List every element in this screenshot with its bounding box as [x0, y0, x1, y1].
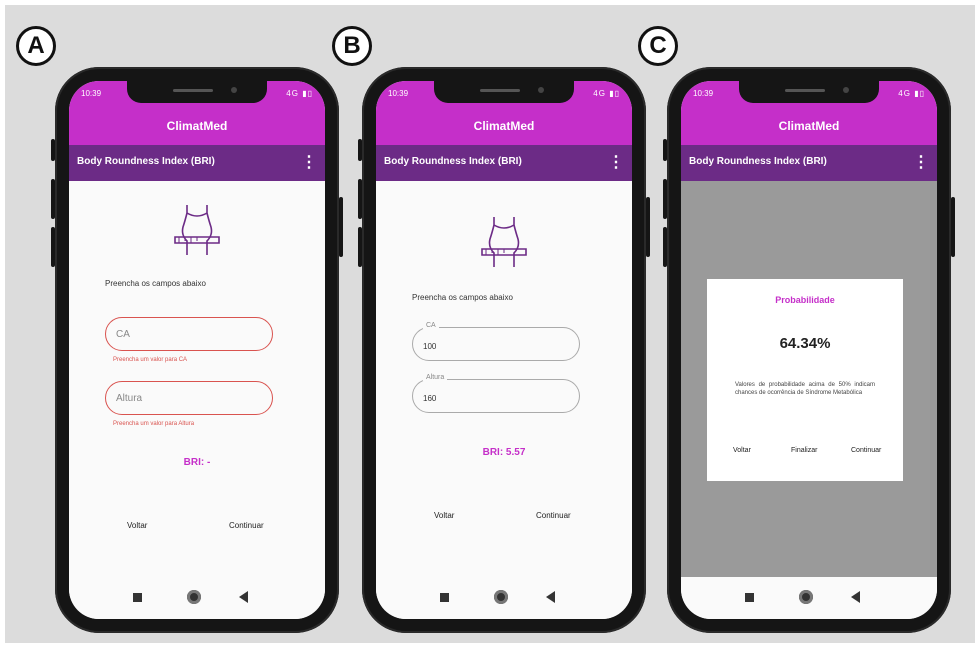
power-button	[646, 197, 650, 257]
probability-value: 64.34%	[779, 335, 831, 352]
more-vert-icon[interactable]: ⋮	[608, 152, 624, 172]
dialog-message: Valores de probabilidade acima de 50% in…	[735, 382, 875, 396]
continue-button[interactable]: Continuar	[851, 447, 881, 454]
ca-value: 100	[423, 342, 437, 351]
ca-label: CA	[423, 322, 439, 329]
side-button	[358, 179, 362, 219]
phone-a: 10:39 4G ▮▯ ClimatMed Body Roundness Ind…	[51, 67, 343, 633]
notch	[739, 81, 879, 103]
status-time: 10:39	[693, 89, 714, 98]
back-button[interactable]: Voltar	[434, 511, 454, 520]
ca-placeholder: CA	[116, 329, 130, 340]
toolbar: Body Roundness Index (BRI) ⋮	[69, 145, 325, 181]
app-bar: 10:39 4G ▮▯ ClimatMed	[681, 81, 937, 145]
nav-home-icon[interactable]	[494, 590, 508, 604]
back-button[interactable]: Voltar	[733, 447, 751, 454]
panel-label-a: A	[16, 26, 56, 66]
side-button	[663, 139, 667, 161]
bri-result: BRI: 5.57	[482, 447, 526, 458]
side-button	[663, 227, 667, 267]
more-vert-icon[interactable]: ⋮	[301, 152, 317, 172]
status-icons: 4G ▮▯	[286, 89, 313, 98]
side-button	[358, 139, 362, 161]
nav-bar	[69, 577, 325, 619]
instruction-text: Preencha os campos abaixo	[105, 279, 206, 288]
screen-title: Body Roundness Index (BRI)	[384, 156, 522, 167]
continue-button[interactable]: Continuar	[229, 521, 264, 530]
app-bar: 10:39 4G ▮▯ ClimatMed	[69, 81, 325, 145]
status-icons: 4G ▮▯	[898, 89, 925, 98]
probability-dialog: Probabilidade 64.34% Valores de probabil…	[707, 279, 903, 481]
finish-button[interactable]: Finalizar	[791, 447, 817, 454]
power-button	[339, 197, 343, 257]
ca-error: Preencha um valor para CA	[113, 357, 188, 363]
altura-label: Altura	[423, 374, 448, 381]
back-button[interactable]: Voltar	[127, 521, 147, 530]
side-button	[51, 139, 55, 161]
screen-title: Body Roundness Index (BRI)	[689, 156, 827, 167]
ca-field[interactable]: CA 100	[412, 322, 580, 361]
phone-c: 10:39 4G ▮▯ ClimatMed Body Roundness Ind…	[663, 67, 955, 633]
power-button	[951, 197, 955, 257]
app-title: ClimatMed	[473, 119, 535, 133]
figure-background: A B C 10:39 4G ▮▯ ClimatMed Body Roundne…	[5, 5, 975, 643]
status-time: 10:39	[81, 89, 102, 98]
side-button	[51, 179, 55, 219]
dialog-title: Probabilidade	[775, 295, 835, 305]
altura-placeholder: Altura	[116, 393, 143, 404]
modal-scrim[interactable]: Probabilidade 64.34% Valores de probabil…	[681, 181, 937, 577]
nav-back-icon[interactable]	[851, 591, 860, 603]
app-title: ClimatMed	[778, 119, 840, 133]
form-body: Preencha os campos abaixo CA Preencha um…	[69, 181, 325, 577]
toolbar: Body Roundness Index (BRI) ⋮	[681, 145, 937, 181]
nav-recents-icon[interactable]	[133, 593, 142, 602]
altura-field[interactable]: Altura	[105, 381, 273, 415]
torso-measure-icon	[481, 217, 527, 267]
side-button	[51, 227, 55, 267]
panel-label-c: C	[638, 26, 678, 66]
side-button	[358, 227, 362, 267]
app-title: ClimatMed	[166, 119, 228, 133]
notch	[434, 81, 574, 103]
screen-title: Body Roundness Index (BRI)	[77, 156, 215, 167]
app-bar: 10:39 4G ▮▯ ClimatMed	[376, 81, 632, 145]
side-button	[663, 179, 667, 219]
more-vert-icon[interactable]: ⋮	[913, 152, 929, 172]
altura-error: Preencha um valor para Altura	[113, 421, 195, 427]
status-time: 10:39	[388, 89, 409, 98]
ca-field[interactable]: CA	[105, 317, 273, 351]
phone-b: 10:39 4G ▮▯ ClimatMed Body Roundness Ind…	[358, 67, 650, 633]
screen-c: 10:39 4G ▮▯ ClimatMed Body Roundness Ind…	[681, 81, 937, 619]
toolbar: Body Roundness Index (BRI) ⋮	[376, 145, 632, 181]
notch	[127, 81, 267, 103]
nav-back-icon[interactable]	[239, 591, 248, 603]
nav-home-icon[interactable]	[187, 590, 201, 604]
form-body: Preencha os campos abaixo CA 100 Altura …	[376, 181, 632, 577]
continue-button[interactable]: Continuar	[536, 511, 571, 520]
screen-a: 10:39 4G ▮▯ ClimatMed Body Roundness Ind…	[69, 81, 325, 619]
torso-measure-icon	[174, 205, 220, 255]
status-icons: 4G ▮▯	[593, 89, 620, 98]
nav-bar	[681, 577, 937, 619]
nav-bar	[376, 577, 632, 619]
altura-value: 160	[423, 394, 437, 403]
panel-label-b: B	[332, 26, 372, 66]
bri-result: BRI: -	[183, 457, 211, 468]
nav-home-icon[interactable]	[799, 590, 813, 604]
altura-field[interactable]: Altura 160	[412, 374, 580, 413]
nav-back-icon[interactable]	[546, 591, 555, 603]
instruction-text: Preencha os campos abaixo	[412, 293, 513, 302]
nav-recents-icon[interactable]	[745, 593, 754, 602]
screen-b: 10:39 4G ▮▯ ClimatMed Body Roundness Ind…	[376, 81, 632, 619]
nav-recents-icon[interactable]	[440, 593, 449, 602]
